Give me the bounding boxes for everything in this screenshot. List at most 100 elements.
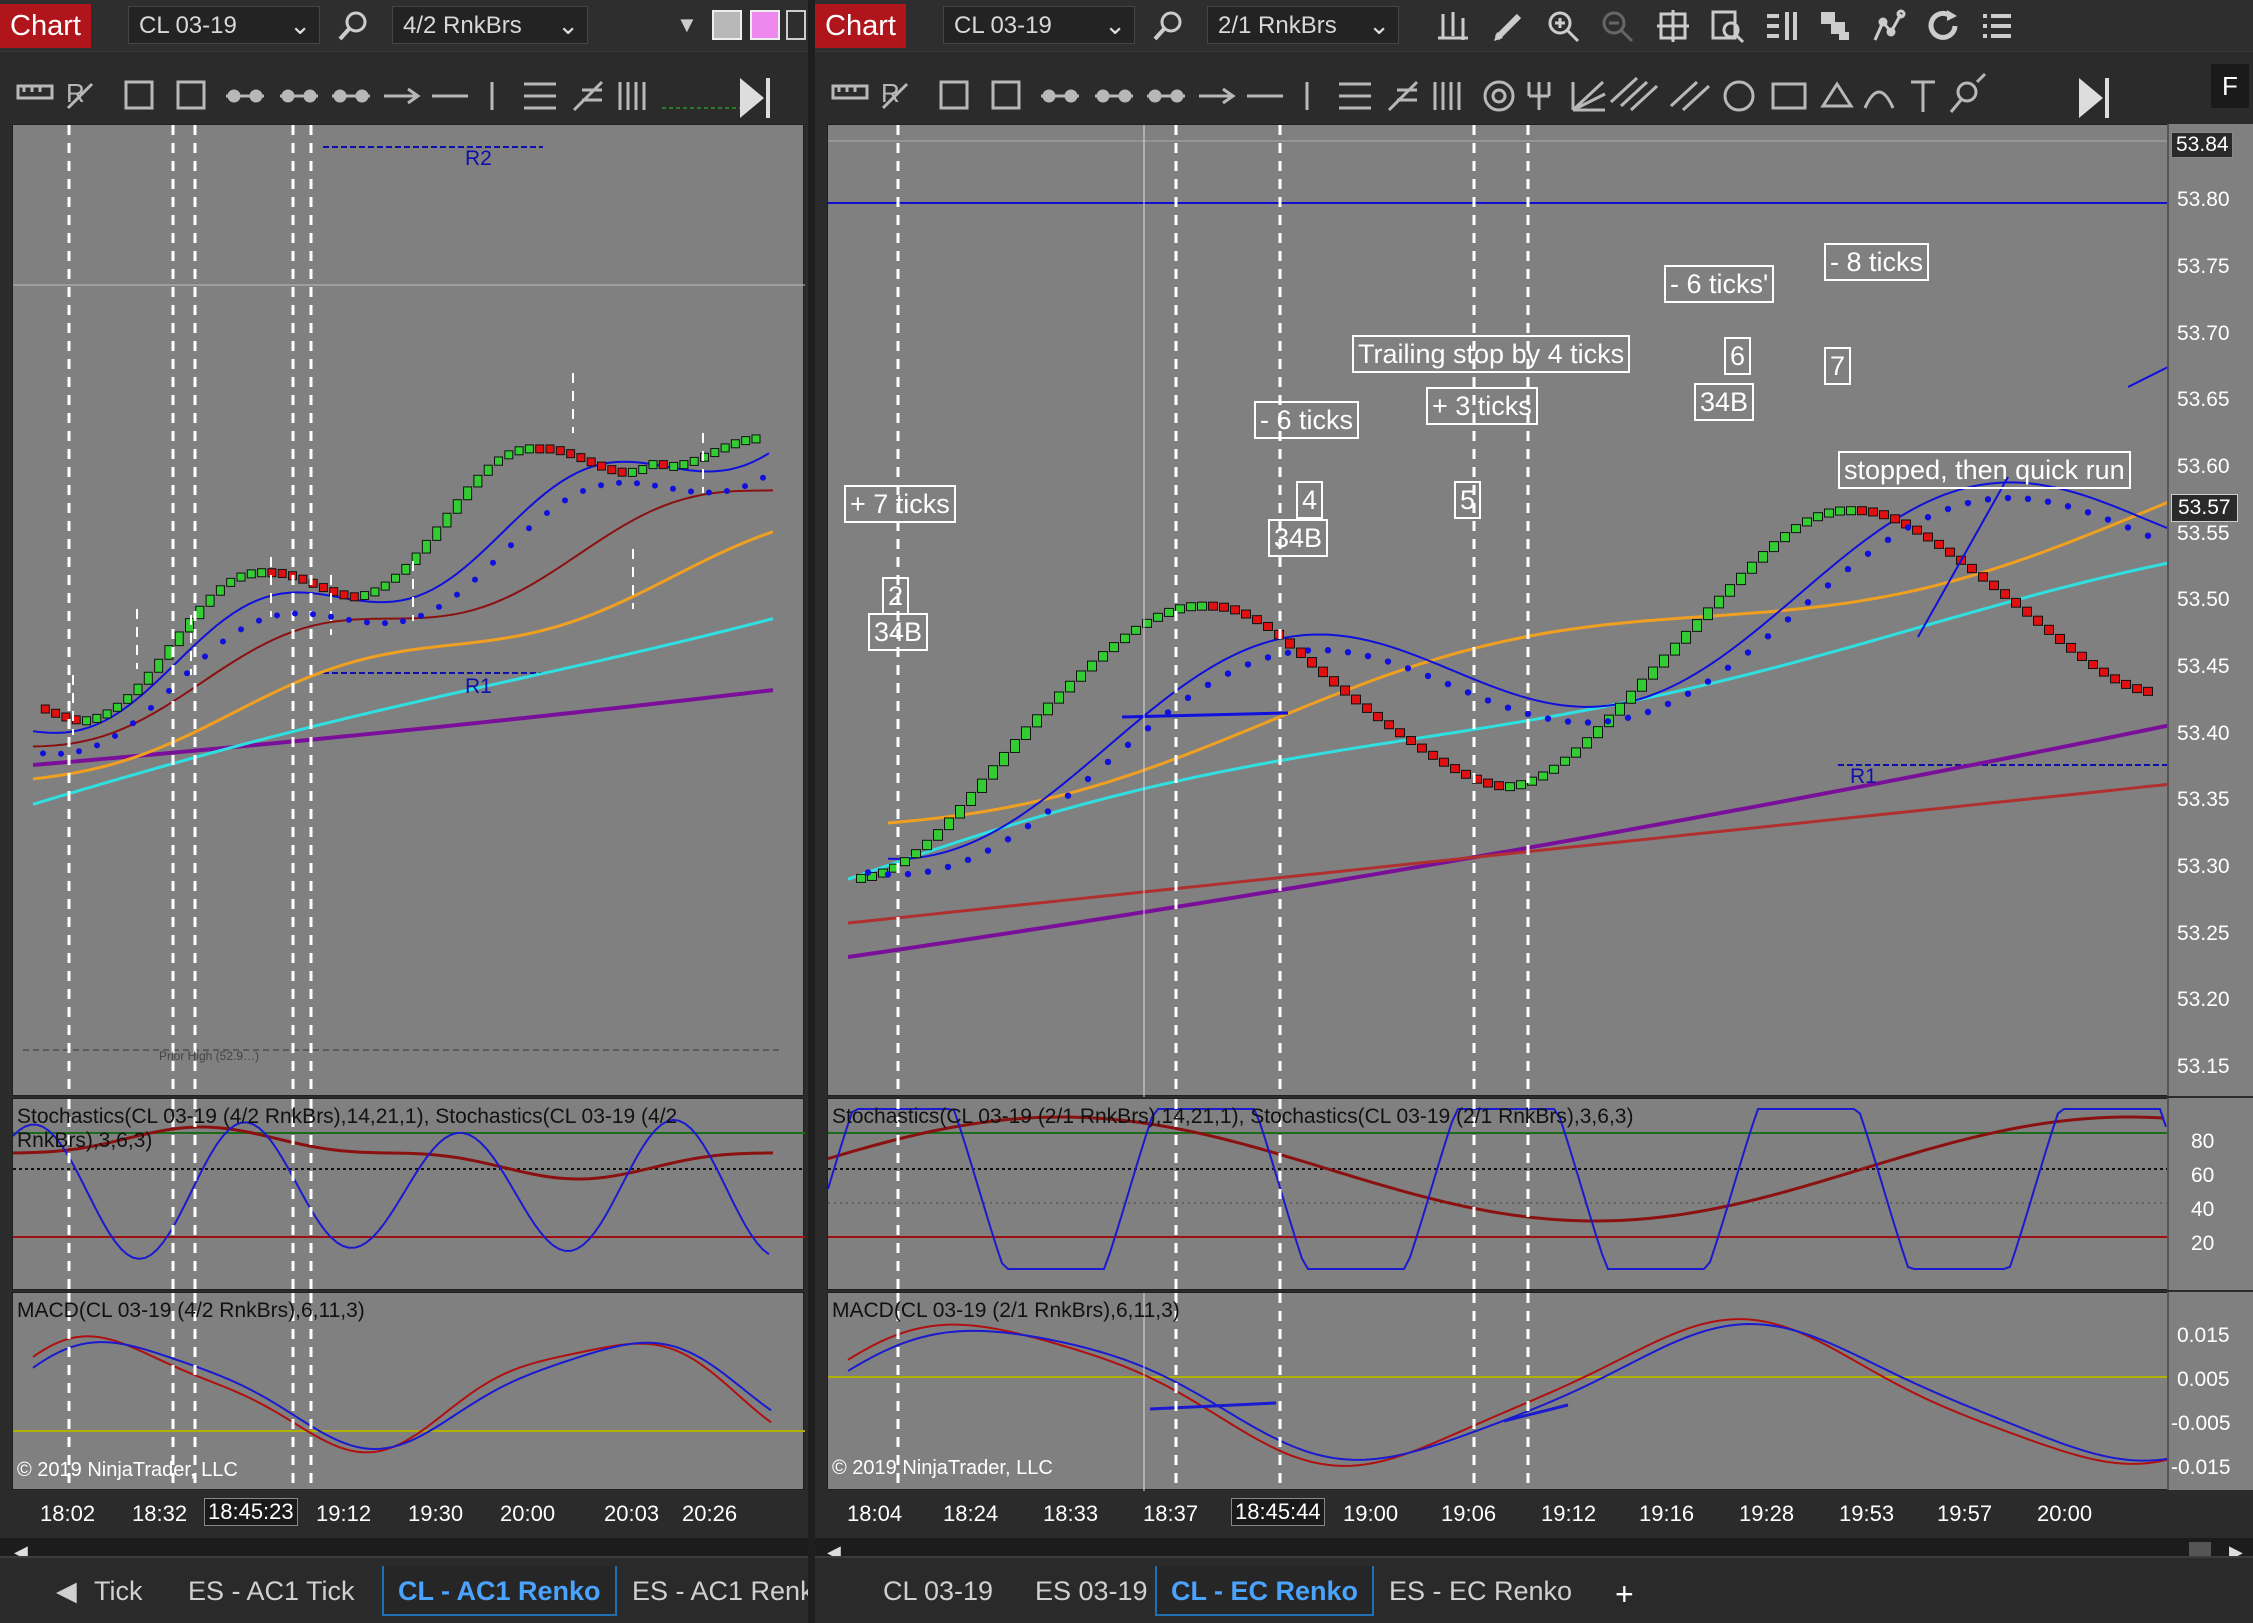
annotation-minus-6-ticks-a[interactable]: - 6 ticks xyxy=(1254,401,1360,439)
right-price-axis[interactable]: 53.84 53.80 53.75 53.70 53.65 53.60 53.5… xyxy=(2167,124,2253,1096)
renko-candle xyxy=(566,449,576,459)
macd-line xyxy=(32,1341,772,1450)
annotation-34b-1[interactable]: 34B xyxy=(868,613,929,651)
time-label: 19:28 xyxy=(1739,1501,1795,1526)
annotation-minus-8-ticks[interactable]: - 8 ticks xyxy=(1824,243,1930,281)
tab-tick[interactable]: Tick xyxy=(80,1566,157,1616)
right-macd-pane[interactable]: MACD(CL 03-19 (2/1 RnkBrs),6,11,3) © 201… xyxy=(827,1292,2182,1491)
renko-candle xyxy=(360,591,370,601)
trailing-stop-dot xyxy=(864,869,872,876)
annotation-34b-3[interactable]: 34B xyxy=(1694,383,1755,421)
template-icon[interactable] xyxy=(1817,8,1853,44)
left-chart-menu-button[interactable]: Chart xyxy=(0,4,91,48)
renko-candle xyxy=(154,658,164,673)
right-time-axis[interactable]: 18:04 18:24 18:33 18:37 18:45:44 19:00 1… xyxy=(827,1492,2181,1536)
annotation-number-7[interactable]: 7 xyxy=(1824,347,1852,385)
tab-es-ac1-tick[interactable]: ES - AC1 Tick xyxy=(174,1566,369,1616)
add-tab-button[interactable]: + xyxy=(1601,1566,1648,1616)
renko-candle xyxy=(2132,684,2142,694)
macd-signal-line xyxy=(32,1335,772,1454)
renko-candle xyxy=(988,765,998,780)
annotation-34b-2[interactable]: 34B xyxy=(1268,519,1329,557)
list-menu-icon[interactable] xyxy=(1979,8,2015,44)
crosshair-time-label: 18:45:23 xyxy=(204,1498,298,1526)
left-macd-pane[interactable]: MACD(CL 03-19 (4/2 RnkBrs),6,11,3) © 201… xyxy=(12,1292,805,1491)
annotation-number-2[interactable]: 2 xyxy=(882,577,910,615)
annotation-plus-7-ticks[interactable]: + 7 ticks xyxy=(844,485,956,523)
renko-candle xyxy=(51,708,61,718)
tab-es-ac1-renko[interactable]: ES - AC1 Renk xyxy=(618,1566,808,1616)
zoom-in-icon[interactable] xyxy=(1545,8,1581,44)
renko-candle xyxy=(2044,624,2054,635)
time-label: 18:33 xyxy=(1043,1501,1099,1526)
annotation-number-6[interactable]: 6 xyxy=(1724,337,1752,375)
trailing-stop-dot xyxy=(454,591,460,598)
trailing-stop-dot xyxy=(1004,836,1012,843)
left-stochastics-pane[interactable]: Stochastics(CL 03-19 (4/2 RnkBrs),14,21,… xyxy=(12,1098,805,1291)
annotation-stopped-quick-run[interactable]: stopped, then quick run xyxy=(1838,451,2131,489)
renko-candle xyxy=(2033,615,2043,626)
renko-candle xyxy=(1351,694,1361,705)
trailing-stop-dot xyxy=(1704,678,1712,685)
trailing-stop-dot xyxy=(706,489,712,496)
right-period-value: 2/1 RnkBrs xyxy=(1218,12,1337,39)
renko-candle xyxy=(1417,743,1427,753)
annotation-trailing-stop[interactable]: Trailing stop by 4 ticks xyxy=(1352,335,1631,373)
line-tool-icon xyxy=(226,89,264,103)
color-swatch-gray-icon[interactable] xyxy=(712,10,742,40)
right-price-pane[interactable]: R1 + 7 ticks 2 34B - 6 ticks 4 34B Trail… xyxy=(827,124,2182,1097)
renko-candle xyxy=(380,581,390,591)
zoom-out-icon[interactable] xyxy=(1599,8,1635,44)
crosshair-icon[interactable] xyxy=(1655,8,1691,44)
renko-candle xyxy=(1329,676,1339,687)
pencil-icon[interactable] xyxy=(1491,8,1527,44)
right-stochastics-pane[interactable]: Stochastics(CL 03-19 (2/1 RnkBrs),14,21,… xyxy=(827,1098,2182,1291)
trailing-stop-dot xyxy=(310,611,316,618)
renko-candle xyxy=(205,594,215,607)
left-price-pane[interactable]: R2 R1 Prior High (52.9…) xyxy=(12,124,805,1097)
trailing-stop-dot xyxy=(1144,725,1152,732)
left-time-axis[interactable]: 18:02 18:32 18:45:23 19:12 19:30 20:00 2… xyxy=(12,1492,804,1536)
right-chart-menu-button[interactable]: Chart xyxy=(815,4,906,48)
bar-style-icon[interactable] xyxy=(1435,8,1471,44)
properties-icon[interactable] xyxy=(1763,8,1799,44)
renko-candle xyxy=(112,702,122,712)
color-swatch-pink-icon[interactable] xyxy=(750,10,780,40)
tab-es-03-19[interactable]: ES 03-19 xyxy=(1021,1566,1162,1616)
left-period-selector[interactable]: 4/2 RnkBrs ⌄ xyxy=(392,6,588,44)
f-button[interactable]: F xyxy=(2211,64,2249,108)
renko-candle xyxy=(432,526,442,541)
tab-cl-03-19[interactable]: CL 03-19 xyxy=(869,1566,1007,1616)
time-label: 19:57 xyxy=(1937,1501,1993,1526)
renko-candle xyxy=(257,568,267,578)
right-instrument-selector[interactable]: CL 03-19 ⌄ xyxy=(943,6,1135,44)
tab-cl-ac1-renko[interactable]: CL - AC1 Renko xyxy=(382,1566,617,1616)
refresh-icon[interactable] xyxy=(1925,8,1961,44)
trailing-stop-dot xyxy=(238,626,244,633)
trailing-stop-dot xyxy=(742,483,748,490)
annotation-number-4[interactable]: 4 xyxy=(1296,481,1324,519)
tab-es-ec-renko[interactable]: ES - EC Renko xyxy=(1375,1566,1586,1616)
renko-candle xyxy=(607,465,617,475)
window-icon[interactable] xyxy=(786,10,806,40)
renko-candle xyxy=(944,817,954,831)
dropdown-triangle-icon[interactable]: ▼ xyxy=(676,12,712,48)
data-box-icon[interactable] xyxy=(1709,8,1745,44)
renko-candle xyxy=(669,461,679,471)
trailing-stop-dot xyxy=(94,742,100,749)
right-period-selector[interactable]: 2/1 RnkBrs ⌄ xyxy=(1207,6,1399,44)
search-icon[interactable] xyxy=(1151,8,1187,44)
annotation-minus-6-ticks-b[interactable]: - 6 ticks' xyxy=(1664,265,1775,303)
renko-candle xyxy=(751,434,761,444)
renko-candle xyxy=(977,778,987,793)
tab-cl-ec-renko[interactable]: CL - EC Renko xyxy=(1155,1566,1375,1616)
strategy-icon[interactable] xyxy=(1871,8,1907,44)
renko-candle xyxy=(1813,512,1823,522)
annotation-plus-3-ticks[interactable]: + 3 ticks xyxy=(1426,387,1538,425)
renko-candle xyxy=(1593,726,1603,739)
left-instrument-selector[interactable]: CL 03-19 ⌄ xyxy=(128,6,320,44)
annotation-number-5[interactable]: 5 xyxy=(1454,481,1482,519)
search-icon[interactable] xyxy=(336,8,372,44)
time-label: 18:04 xyxy=(847,1501,903,1526)
crosshair-time-label: 18:45:44 xyxy=(1231,1498,1325,1526)
